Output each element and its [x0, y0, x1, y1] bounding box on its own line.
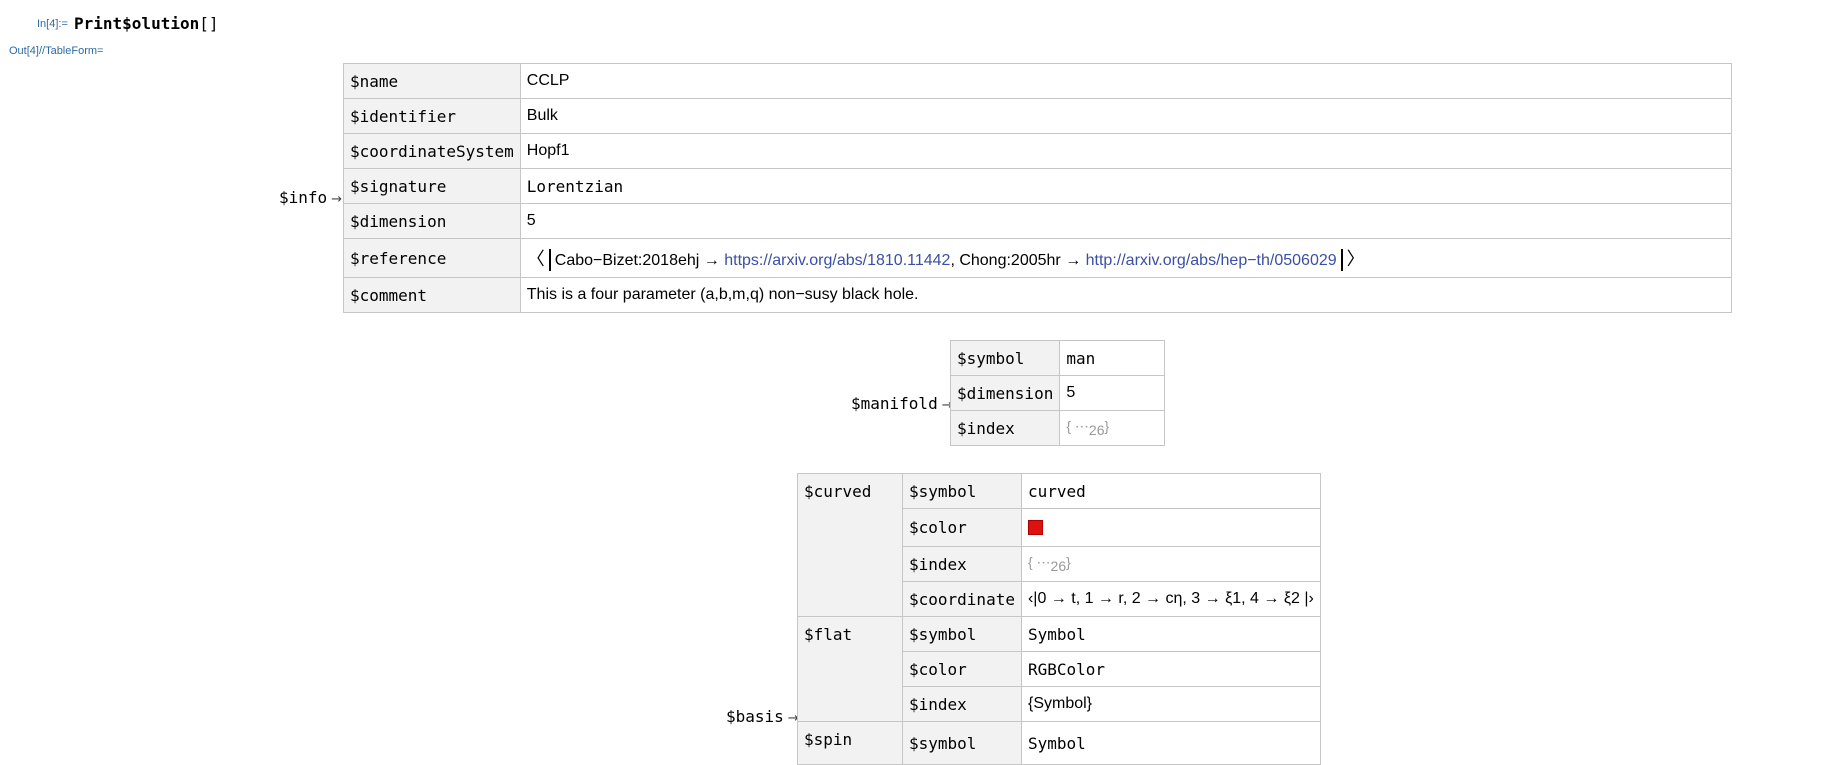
- table-row: $coordinateSystem Hopf1: [343, 133, 1733, 169]
- info-key: $dimension: [343, 203, 521, 239]
- info-key: $reference: [343, 238, 521, 278]
- reference-key-1: Cabo−Bizet:2018ehj: [554, 251, 700, 269]
- info-key: $identifier: [343, 98, 521, 134]
- input-code-text[interactable]: Print$olution: [74, 14, 199, 33]
- table-row: $identifier Bulk: [343, 98, 1733, 134]
- table-row: $flat $symbol Symbol: [797, 616, 1321, 722]
- table-row: $symbol man: [949, 340, 1166, 376]
- elided-list[interactable]: { ⋯26}: [1020, 546, 1321, 582]
- table-row: $index { ⋯26}: [949, 410, 1166, 446]
- input-code-brackets: []: [199, 14, 219, 33]
- input-cell-label: In[4]:=: [37, 18, 68, 30]
- manifold-key: $index: [949, 410, 1061, 446]
- basis-value: [1020, 508, 1321, 547]
- elided-close: }: [1104, 417, 1110, 434]
- basis-group-key: $spin: [797, 721, 903, 765]
- table-row: $reference 〈 Cabo−Bizet:2018ehj → https:/…: [343, 238, 1733, 278]
- table-row: $signature Lorentzian: [343, 168, 1733, 204]
- basis-key: $symbol: [902, 721, 1022, 765]
- elided-open: { ⋯: [1066, 417, 1089, 434]
- basis-group-key: $flat: [797, 616, 903, 722]
- basis-rule-label: $basis →: [726, 707, 799, 726]
- basis-key: $color: [902, 651, 1022, 687]
- manifold-label: $manifold: [851, 394, 938, 413]
- info-value: Bulk: [519, 98, 1733, 134]
- elided-close: }: [1066, 553, 1071, 570]
- manifold-rule-label: $manifold →: [851, 394, 953, 413]
- info-value: This is a four parameter (a,b,m,q) non−s…: [519, 277, 1733, 313]
- association-bar: [548, 249, 551, 272]
- association-open-bracket: 〈: [526, 248, 545, 269]
- info-label: $info: [279, 188, 328, 207]
- info-table: $name CCLP $identifier Bulk $coordinateS…: [343, 63, 1733, 313]
- table-row: $name CCLP: [343, 63, 1733, 99]
- info-key: $coordinateSystem: [343, 133, 521, 169]
- table-row: $curved $symbol curved: [797, 473, 1321, 617]
- info-value: 5: [519, 203, 1733, 239]
- reference-association: 〈 Cabo−Bizet:2018ehj → https://arxiv.org/…: [519, 238, 1733, 278]
- basis-key: $color: [902, 508, 1022, 547]
- basis-value: {Symbol}: [1020, 686, 1321, 722]
- output-cell-label: Out[4]//TableForm=: [9, 45, 104, 57]
- basis-value: Symbol: [1020, 721, 1321, 765]
- info-key: $comment: [343, 277, 521, 313]
- manifold-key: $symbol: [949, 340, 1061, 376]
- reference-key-2: Chong:2005hr: [959, 251, 1061, 269]
- association-bar: [1340, 249, 1343, 272]
- elided-list[interactable]: { ⋯26}: [1059, 410, 1166, 446]
- manifold-value: man: [1059, 340, 1166, 376]
- reference-link-1[interactable]: https://arxiv.org/abs/1810.11442: [724, 252, 950, 269]
- input-code[interactable]: Print$olution[]: [74, 14, 219, 33]
- basis-value: Symbol: [1020, 616, 1321, 652]
- info-value: Hopf1: [519, 133, 1733, 169]
- manifold-value: 5: [1059, 375, 1166, 411]
- basis-key: $symbol: [902, 473, 1022, 509]
- basis-key: $index: [902, 686, 1022, 722]
- table-row: $comment This is a four parameter (a,b,m…: [343, 277, 1733, 313]
- basis-value: ‹|0 → t, 1 → r, 2 → cη, 3 → ξ1, 4 → ξ2 |…: [1020, 581, 1321, 617]
- table-row: $spin $symbol Symbol: [797, 721, 1321, 765]
- basis-value: RGBColor: [1020, 651, 1321, 687]
- basis-key: $coordinate: [902, 581, 1022, 617]
- basis-label: $basis: [726, 707, 784, 726]
- info-key: $signature: [343, 168, 521, 204]
- table-row: $dimension 5: [949, 375, 1166, 411]
- manifold-table: $symbol man $dimension 5 $index { ⋯26}: [949, 340, 1166, 446]
- basis-value: curved: [1020, 473, 1321, 509]
- association-close-bracket: 〉: [1346, 248, 1365, 269]
- rule-arrow: →: [331, 192, 343, 207]
- basis-key: $index: [902, 546, 1022, 582]
- table-row: $dimension 5: [343, 203, 1733, 239]
- info-rule-label: $info →: [279, 188, 342, 207]
- basis-table: $curved $symbol curved $color $index { ⋯…: [797, 473, 1321, 765]
- basis-group-key: $curved: [797, 473, 903, 617]
- basis-key: $symbol: [902, 616, 1022, 652]
- manifold-key: $dimension: [949, 375, 1061, 411]
- elided-count: 26: [1088, 422, 1105, 439]
- elided-open: { ⋯: [1027, 553, 1051, 570]
- elided-count: 26: [1050, 558, 1067, 575]
- reference-link-2[interactable]: http://arxiv.org/abs/hep−th/0506029: [1086, 252, 1337, 269]
- info-key: $name: [343, 63, 521, 99]
- info-value: CCLP: [519, 63, 1733, 99]
- red-color-swatch[interactable]: [1027, 519, 1043, 535]
- info-value: Lorentzian: [519, 168, 1733, 204]
